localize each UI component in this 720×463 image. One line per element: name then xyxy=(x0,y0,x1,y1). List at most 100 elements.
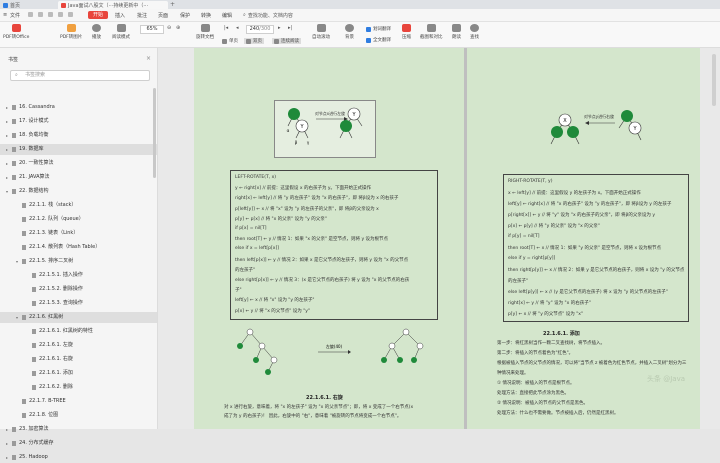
bookmark-item[interactable]: 22.1.6.1. 左旋 xyxy=(0,340,157,351)
chevron-right-icon[interactable]: ▸ xyxy=(6,172,8,183)
first-page-icon[interactable]: |◂ xyxy=(224,25,228,31)
close-icon[interactable]: × xyxy=(146,55,151,62)
menu-start[interactable]: 开始 xyxy=(88,11,108,19)
bookmark-item[interactable]: ▸ 20. 一致性算法 xyxy=(0,158,157,169)
rotate-button[interactable]: 旋转文档 xyxy=(196,24,214,40)
redo-icon[interactable] xyxy=(58,12,63,17)
bookmark-item[interactable]: ▾ 22.1.5. 排序二叉树 xyxy=(0,256,157,267)
zoom-in-icon[interactable]: ⊕ xyxy=(176,25,180,31)
bookmark-item[interactable]: 22.1.5.2. 删除操作 xyxy=(0,284,157,295)
bookmark-item[interactable]: ▸ 24. 分布式缓存 xyxy=(0,438,157,449)
code-line: else if y = right[p[y]] xyxy=(508,256,556,261)
chevron-right-icon[interactable]: ▸ xyxy=(6,438,8,449)
full-translate-button[interactable]: 全文翻译 xyxy=(366,37,391,43)
double-page-button[interactable]: 双页 xyxy=(244,38,264,44)
chevron-right-icon[interactable]: ▸ xyxy=(6,158,8,169)
print-icon[interactable] xyxy=(38,12,43,17)
screenshot-compare-button[interactable]: 截图和对比 xyxy=(420,24,443,40)
bookmark-item[interactable]: ▸ 16. Cassandra xyxy=(0,102,157,113)
bookmark-icon xyxy=(22,315,26,320)
bookmark-item[interactable]: ▸ 18. 负载均衡 xyxy=(0,130,157,141)
document-scrollbar[interactable] xyxy=(712,54,716,106)
bookmark-item[interactable]: ▸ 21. JAVA算法 xyxy=(0,172,157,183)
new-tab-icon[interactable]: + xyxy=(170,1,175,8)
bookmark-item[interactable]: 22.1.1. 栈（stack） xyxy=(0,200,157,211)
sidebar-scrollbar[interactable] xyxy=(153,88,156,178)
palette-icon xyxy=(345,24,354,32)
bookmark-item[interactable]: 22.1.6.1. 右旋 xyxy=(0,354,157,365)
chevron-right-icon[interactable]: ▸ xyxy=(6,116,8,127)
bookmark-item[interactable]: 22.1.4. 散列表（Hash Table） xyxy=(0,242,157,253)
zoom-out-icon[interactable]: ⊖ xyxy=(167,25,171,31)
bookmark-icon xyxy=(32,371,36,376)
code-line: right[x] ← y // 将 "y" 设为 "x 的右孩子" xyxy=(508,301,591,306)
chevron-right-icon[interactable]: ▸ xyxy=(6,424,8,435)
bookmark-item[interactable]: ▸ 25. Hadoop xyxy=(0,452,157,463)
chevron-right-icon[interactable]: ▸ xyxy=(6,102,8,113)
bookmark-panel: 书签 × ⌕ 书签搜索 ▸ 16. Cassandra ▸ 17. 设计模式 ▸ 18. … xyxy=(0,48,158,460)
continuous-read-button[interactable]: 连续阅读 xyxy=(272,38,301,44)
bookmark-item[interactable]: ▸ 17. 设计模式 xyxy=(0,116,157,127)
auto-scroll-icon xyxy=(316,24,326,32)
chevron-right-icon[interactable]: ▸ xyxy=(6,144,8,155)
background-button[interactable]: 背景 xyxy=(345,24,354,40)
bookmark-search-input[interactable]: ⌕ 书签搜索 xyxy=(10,70,150,81)
bookmark-item[interactable]: 22.1.5.1. 插入操作 xyxy=(0,270,157,281)
word-translate-button[interactable]: 划词翻译 xyxy=(366,26,391,32)
tab-document[interactable]: Java面试八股文（···持续更新中（··· xyxy=(58,1,168,9)
zoom-input[interactable]: 65% xyxy=(140,25,164,34)
menu-convert[interactable]: 转换 xyxy=(201,12,211,19)
bookmark-item[interactable]: ▸ 19. 数据库 xyxy=(0,144,157,155)
chevron-right-icon[interactable]: ▸ xyxy=(6,452,8,463)
menu-page[interactable]: 页面 xyxy=(158,12,168,19)
pdf-convert-icon xyxy=(11,24,21,32)
tab-home[interactable]: 首页 xyxy=(0,1,34,9)
undo-icon[interactable] xyxy=(48,12,53,17)
last-page-icon[interactable]: ▸| xyxy=(288,25,292,31)
previous-page-icon[interactable]: ◂ xyxy=(236,25,239,31)
compress-button[interactable]: 压缩 xyxy=(402,24,411,40)
bookmark-item[interactable]: ▾ 22. 数据结构 xyxy=(0,186,157,197)
bookmark-item[interactable]: 22.1.6.2. 删除 xyxy=(0,382,157,393)
page-number-input[interactable]: 240/300 xyxy=(246,25,274,34)
command-search[interactable]: ⌕ 查找功能、文档内容 xyxy=(243,11,305,19)
menu-file[interactable]: 文件 xyxy=(10,12,20,19)
pdf-to-image-button[interactable]: PDF转图片 xyxy=(60,24,82,40)
play-label: 播放 xyxy=(92,35,101,40)
hamburger-icon[interactable]: ≡ xyxy=(3,12,7,18)
chevron-down-icon[interactable]: ▾ xyxy=(16,256,18,267)
right-tree-x-label: X xyxy=(563,118,567,124)
bookmark-item[interactable]: ▸ 23. 加密算法 xyxy=(0,424,157,435)
code-line: if p[x] = nil[T] xyxy=(235,226,267,231)
chevron-right-icon[interactable]: ▸ xyxy=(6,130,8,141)
bookmark-item[interactable]: ▾ 22.1.6. 红黑树 xyxy=(0,312,157,323)
menu-annotate[interactable]: 批注 xyxy=(137,12,147,19)
save-icon[interactable] xyxy=(28,12,33,17)
read-mode-button[interactable]: 阅读模式 xyxy=(112,24,130,40)
page-current: 240 xyxy=(249,26,260,32)
right-section-title: 22.1.6.1. 添加 xyxy=(543,331,580,337)
chevron-down-icon[interactable]: ▾ xyxy=(6,186,8,197)
bookmark-item[interactable]: 22.1.3. 链表（Link） xyxy=(0,228,157,239)
menu-protect[interactable]: 保护 xyxy=(180,12,190,19)
single-page-button[interactable]: 单页 xyxy=(222,38,238,44)
read-aloud-button[interactable]: 朗读 xyxy=(452,24,461,40)
play-button[interactable]: 播放 xyxy=(92,24,101,40)
code-line: then left[p[x]] ← y // 情况 2：如果 x 是它父节点的左… xyxy=(235,257,409,263)
pdf-to-office-button[interactable]: PDF转Office xyxy=(3,24,29,40)
menu-edit[interactable]: 编辑 xyxy=(222,12,232,19)
chevron-down-icon[interactable]: ▾ xyxy=(16,312,18,323)
bookmark-item[interactable]: 22.1.5.3. 查询操作 xyxy=(0,298,157,309)
menu-insert[interactable]: 插入 xyxy=(115,12,125,19)
bookmark-item[interactable]: 22.1.6.1. 红黑树的特性 xyxy=(0,326,157,337)
bookmark-item[interactable]: 22.1.8. 位图 xyxy=(0,410,157,421)
auto-scroll-button[interactable]: 自动滚动 xyxy=(312,24,330,40)
toolbar: PDF转Office PDF转图片 播放 阅读模式 65% ⊖ ⊕ 旋转文档 |… xyxy=(0,22,720,48)
bookmark-item[interactable]: 22.1.2. 队列（queue） xyxy=(0,214,157,225)
bookmark-item[interactable]: 22.1.6.1. 添加 xyxy=(0,368,157,379)
bookmark-item-label: 25. Hadoop xyxy=(19,454,48,460)
bookmark-item[interactable]: 22.1.7. B-TREE xyxy=(0,396,157,407)
next-page-icon[interactable]: ▸ xyxy=(278,25,281,31)
find-button[interactable]: 查找 xyxy=(470,24,479,40)
more-icon[interactable] xyxy=(68,12,73,17)
